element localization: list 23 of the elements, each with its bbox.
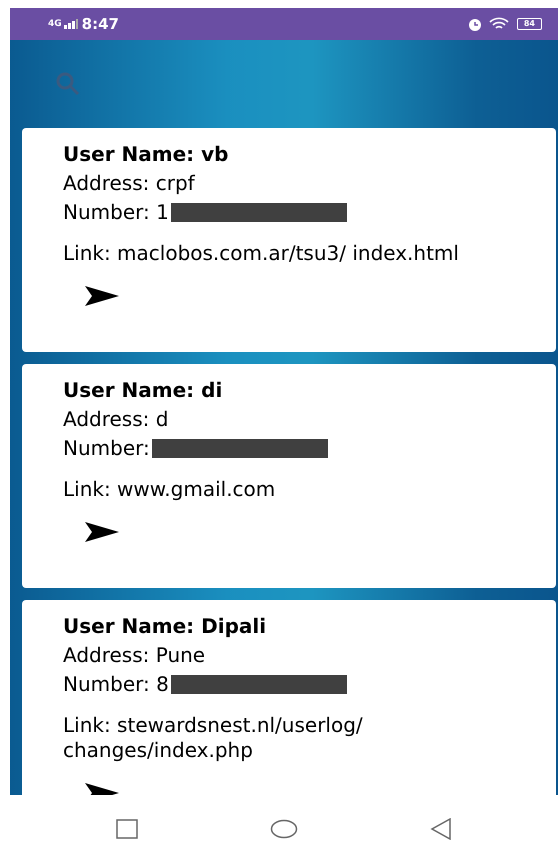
address-text: Address: crpf bbox=[63, 170, 196, 197]
battery-indicator: 84 bbox=[516, 18, 542, 30]
back-button[interactable] bbox=[430, 818, 452, 840]
home-button[interactable] bbox=[270, 819, 298, 839]
recents-button[interactable] bbox=[116, 819, 138, 839]
user-name: User Name: di bbox=[63, 377, 224, 404]
signal-icon bbox=[64, 19, 78, 29]
alarm-icon bbox=[466, 16, 483, 32]
number-text: Number: bbox=[63, 435, 150, 462]
address-text: Address: Pune bbox=[63, 642, 206, 669]
send-button[interactable] bbox=[85, 522, 119, 542]
link-text: Link: stewardsnest.nl/userlog/ changes/index.php bbox=[63, 713, 364, 763]
clock: 8:47 bbox=[82, 15, 119, 33]
number-text: Number: 8 bbox=[63, 671, 169, 698]
wifi-icon bbox=[488, 17, 509, 31]
link-text: Link: www.gmail.com bbox=[63, 477, 276, 502]
user-name: User Name: Dipali bbox=[63, 613, 268, 640]
network-type: 4G bbox=[48, 19, 62, 29]
user-name: User Name: vb bbox=[63, 141, 230, 168]
send-button[interactable] bbox=[85, 286, 119, 306]
number-text: Number: 1 bbox=[63, 199, 169, 226]
link-text: Link: maclobos.com.ar/tsu3/ index.html bbox=[63, 241, 460, 266]
address-text: Address: d bbox=[63, 406, 170, 433]
